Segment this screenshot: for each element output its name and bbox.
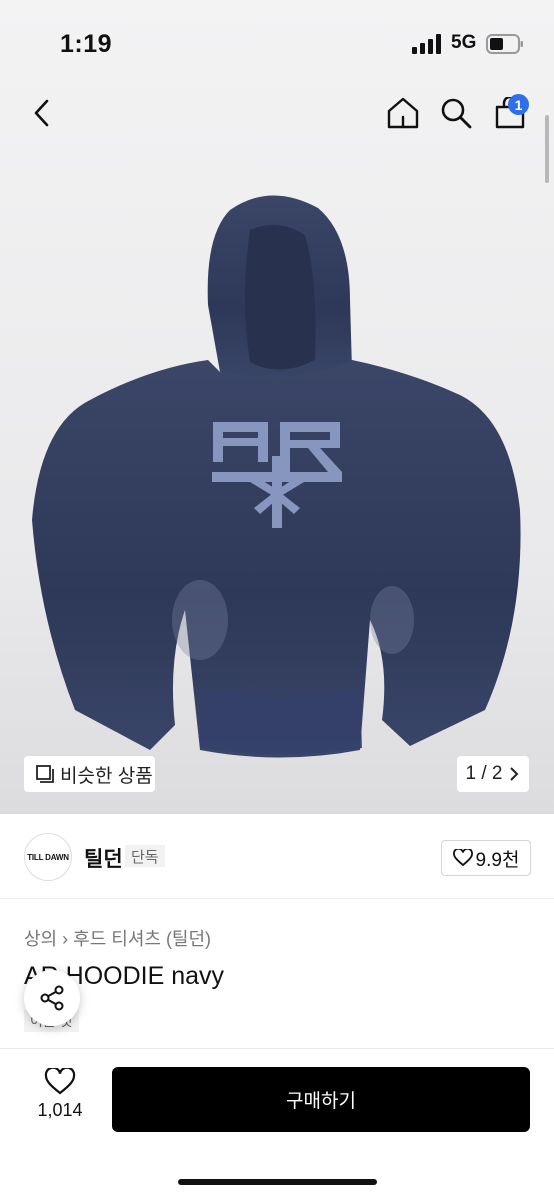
product-image[interactable] <box>0 190 554 760</box>
network-label: 5G <box>451 32 477 53</box>
similar-label: 비슷한 상품 <box>60 765 153 787</box>
home-icon <box>387 97 419 129</box>
brand-logo[interactable]: TILL DAWN <box>24 833 72 881</box>
wishlist-count: 1,014 <box>37 1100 83 1120</box>
brand-name[interactable]: 틸던 <box>84 843 123 873</box>
similar-icon <box>36 765 54 783</box>
heart-icon <box>44 1068 76 1095</box>
back-button[interactable] <box>22 88 62 138</box>
exclusive-badge: 단독 <box>125 845 165 867</box>
status-time: 1:19 <box>60 30 113 58</box>
battery-icon <box>486 34 523 54</box>
status-bar: 1:19 5G <box>0 0 554 88</box>
breadcrumb-item-2[interactable]: 후드 티셔츠 (틸던) <box>73 929 211 949</box>
breadcrumb-item-1[interactable]: 상의 <box>24 929 57 949</box>
image-pager[interactable]: 1 / 2 <box>457 756 529 792</box>
brand-like-count: 9.9천 <box>475 849 520 871</box>
home-indicator[interactable] <box>178 1179 377 1185</box>
signal-icon <box>412 34 441 54</box>
breadcrumb[interactable]: 상의 › 후드 티셔츠 (틸던) <box>24 925 211 951</box>
similar-products-button[interactable]: 비슷한 상품 <box>24 756 155 792</box>
top-nav <box>0 88 554 138</box>
buy-button[interactable]: 구매하기 <box>112 1067 530 1132</box>
share-icon <box>40 985 64 1011</box>
share-button[interactable] <box>24 970 80 1026</box>
heart-icon <box>452 849 473 867</box>
chevron-right-icon <box>510 767 519 781</box>
home-button[interactable] <box>383 88 423 138</box>
pager-label: 1 / 2 <box>465 763 503 784</box>
brand-like-button[interactable]: 9.9천 <box>441 840 531 876</box>
scrollbar[interactable] <box>545 115 549 183</box>
cart-count-badge: 1 <box>508 94 529 115</box>
search-icon <box>441 98 472 129</box>
chevron-right-icon: › <box>62 929 74 949</box>
search-button[interactable] <box>436 88 476 138</box>
back-arrow-icon <box>34 99 49 127</box>
wishlist-button[interactable]: 1,014 <box>24 1068 96 1130</box>
